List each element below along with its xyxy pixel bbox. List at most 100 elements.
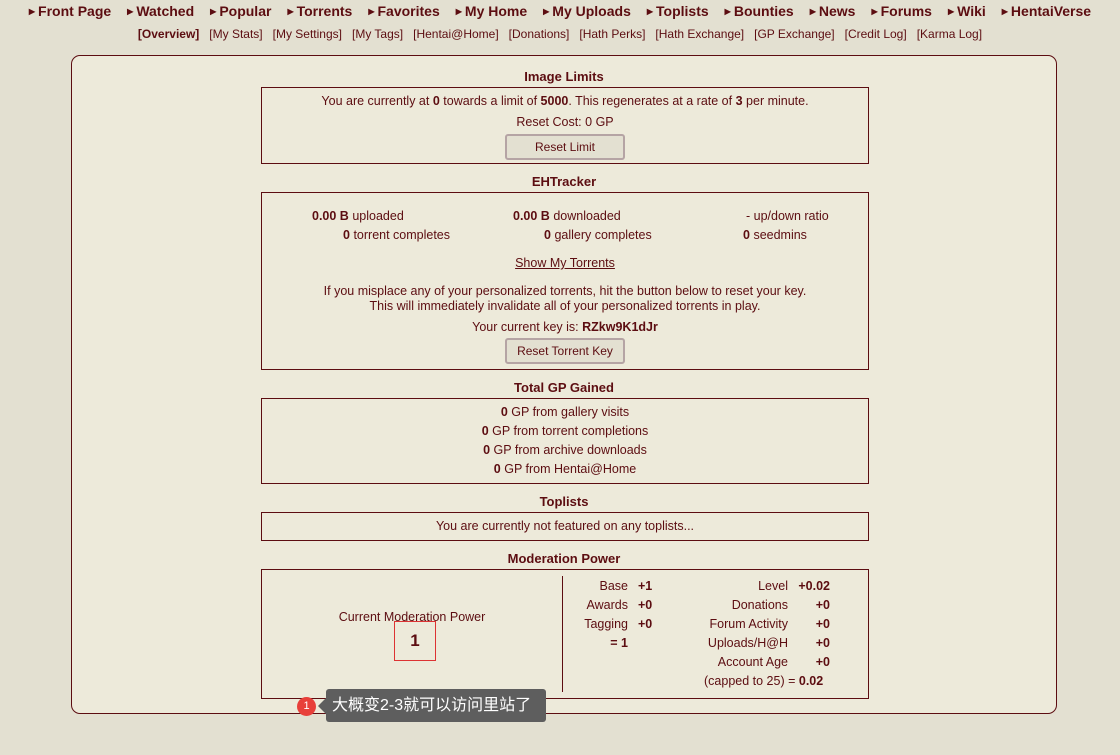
mod-right-label: Account Age	[717, 655, 788, 669]
mod-right-label: Donations	[731, 598, 788, 612]
nav-label: My Home	[464, 3, 528, 19]
ehtracker-box: 0.00 B uploaded 0.00 B downloaded - up/d…	[261, 192, 869, 370]
ratio-stat: - up/down ratio	[746, 209, 829, 223]
moderation-divider	[562, 576, 563, 692]
show-my-torrents-link[interactable]: Show My Torrents	[515, 256, 615, 270]
torrent-completes-stat: 0 torrent completes	[343, 228, 451, 242]
nav-torrents[interactable]: ▶ Torrents	[279, 3, 360, 19]
capped-row: (capped to 25) = 0.02	[704, 674, 824, 688]
reset-torrent-key-button[interactable]: Reset Torrent Key	[505, 338, 625, 364]
mod-left-value: +1	[638, 579, 653, 593]
mod-left-value: +0	[638, 598, 653, 612]
ehtracker-title: EHTracker	[531, 174, 597, 189]
triangle-right-icon: ▶	[809, 6, 816, 16]
gp-value: 0	[481, 424, 489, 438]
nav-label: Watched	[136, 3, 195, 19]
nav-popular[interactable]: ▶ Popular	[202, 3, 279, 19]
gp-label: GP from archive downloads	[493, 443, 647, 457]
subnav-gp-exchange[interactable]: [GP Exchange]	[749, 27, 840, 41]
moderation-box: Current Moderation Power 1 Base +1 Awards +…	[261, 569, 869, 699]
gp-gained-title: Total GP Gained	[514, 380, 614, 395]
mod-right-label: Level	[758, 579, 788, 593]
triangle-right-icon: ▶	[724, 6, 731, 16]
mod-left-label: = 1	[610, 636, 628, 650]
nav-label: Front Page	[38, 3, 112, 19]
mod-left-label: Tagging	[584, 617, 628, 631]
top-nav: ▶ Front Page ▶ Watched ▶ Popular ▶ Torrents ▶ Fav…	[0, 3, 1120, 19]
current-moderation-value: 1	[394, 621, 436, 661]
current-key: Your current key is: RZkw9K1dJr	[472, 320, 658, 334]
subnav-my-tags[interactable]: [My Tags]	[347, 27, 408, 41]
triangle-right-icon: ▶	[1001, 6, 1008, 16]
triangle-right-icon: ▶	[28, 6, 36, 16]
toplists-box: You are currently not featured on any to…	[261, 512, 869, 541]
nav-label: Bounties	[733, 3, 794, 19]
mod-right-value: +0.02	[798, 579, 830, 593]
subnav-donations[interactable]: [Donations]	[504, 27, 575, 41]
gp-label: GP from Hentai@Home	[504, 462, 637, 476]
nav-favorites[interactable]: ▶ Favorites	[360, 3, 447, 19]
triangle-right-icon: ▶	[368, 6, 375, 16]
triangle-right-icon: ▶	[646, 6, 654, 16]
toplists-message: You are currently not featured on any to…	[435, 519, 695, 533]
nav-label: My Uploads	[552, 3, 631, 19]
subnav-hentai-home[interactable]: [Hentai@Home]	[408, 27, 504, 41]
reset-cost: Reset Cost: 0 GP	[516, 115, 614, 129]
mod-right-label: Uploads/H@H	[707, 636, 788, 650]
limit-value: 5000	[540, 94, 569, 108]
reset-limit-button[interactable]: Reset Limit	[505, 134, 625, 160]
nav-label: Toplists	[656, 3, 709, 19]
downloaded-stat: 0.00 B downloaded	[513, 209, 621, 223]
nav-my-home[interactable]: ▶ My Home	[448, 3, 535, 19]
triangle-right-icon: ▶	[947, 6, 955, 16]
subnav-overview[interactable]: [Overview]	[133, 27, 204, 41]
tooltip-arrow	[318, 698, 326, 714]
subnav-hath-exchange[interactable]: [Hath Exchange]	[650, 27, 749, 41]
gallery-completes-stat: 0 gallery completes	[544, 228, 652, 242]
nav-front-page[interactable]: ▶ Front Page	[21, 3, 119, 19]
gp-row: 0 GP from archive downloads	[262, 443, 868, 457]
mod-right-value: +0	[815, 598, 830, 612]
triangle-right-icon: ▶	[210, 6, 217, 16]
triangle-right-icon: ▶	[287, 6, 294, 16]
uploaded-stat: 0.00 B uploaded	[312, 209, 404, 223]
nav-my-uploads[interactable]: ▶ My Uploads	[535, 3, 639, 19]
seedmins-stat: 0 seedmins	[743, 228, 807, 242]
subnav-hath-perks[interactable]: [Hath Perks]	[574, 27, 650, 41]
mod-right-value: +0	[815, 636, 830, 650]
capped-value: 0.02	[798, 674, 824, 688]
overview-panel: Image Limits You are currently at 0 towa…	[71, 55, 1057, 714]
triangle-right-icon: ▶	[543, 6, 550, 16]
mod-right-value: +0	[815, 617, 830, 631]
mod-right-label: Forum Activity	[709, 617, 789, 631]
nav-label: Wiki	[957, 3, 986, 19]
nav-label: Torrents	[296, 3, 353, 19]
misplace-line-2: This will immediately invalidate all of …	[369, 299, 761, 313]
mod-left-value: +0	[638, 617, 653, 631]
nav-hentaiverse[interactable]: ▶ HentaiVerse	[994, 3, 1099, 19]
subnav-credit-log[interactable]: [Credit Log]	[840, 27, 912, 41]
nav-news[interactable]: ▶ News	[802, 3, 864, 19]
gp-value: 0	[483, 443, 491, 457]
gp-value: 0	[500, 405, 508, 419]
gp-gained-box: 0 GP from gallery visits 0 GP from torren…	[261, 398, 869, 484]
subnav-my-stats[interactable]: [My Stats]	[204, 27, 267, 41]
moderation-title: Moderation Power	[507, 551, 621, 566]
nav-label: Favorites	[377, 3, 440, 19]
triangle-right-icon: ▶	[871, 6, 878, 16]
subnav-my-settings[interactable]: [My Settings]	[268, 27, 347, 41]
nav-wiki[interactable]: ▶ Wiki	[940, 3, 994, 19]
toplists-title: Toplists	[539, 494, 589, 509]
gp-label: GP from gallery visits	[511, 405, 630, 419]
nav-bounties[interactable]: ▶ Bounties	[717, 3, 802, 19]
nav-label: HentaiVerse	[1010, 3, 1092, 19]
subnav-karma-log[interactable]: [Karma Log]	[912, 27, 987, 41]
triangle-right-icon: ▶	[455, 6, 462, 16]
nav-toplists[interactable]: ▶ Toplists	[639, 3, 717, 19]
show-torrents-row: Show My Torrents	[262, 256, 868, 270]
current-usage: 0	[432, 94, 440, 108]
triangle-right-icon: ▶	[127, 6, 134, 16]
nav-watched[interactable]: ▶ Watched	[119, 3, 202, 19]
misplace-line-1: If you misplace any of your personalized…	[323, 284, 807, 298]
nav-forums[interactable]: ▶ Forums	[863, 3, 940, 19]
